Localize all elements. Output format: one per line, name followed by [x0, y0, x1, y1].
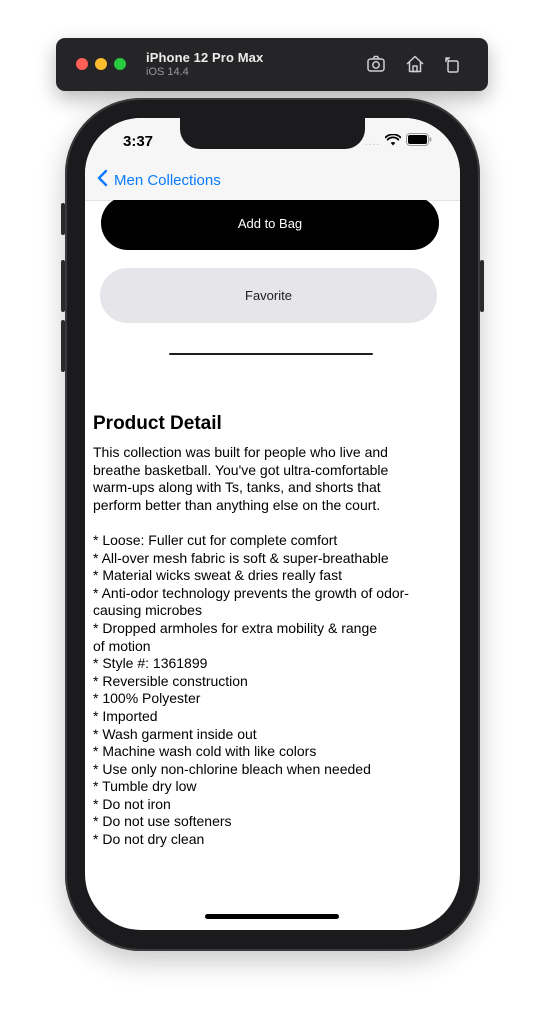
device-frame: 3:37 .... Men Collections Add to Bag Fav…: [61, 98, 484, 951]
minimize-window-button[interactable]: [95, 58, 107, 70]
home-indicator[interactable]: [205, 914, 339, 919]
zoom-window-button[interactable]: [114, 58, 126, 70]
wifi-icon: [384, 133, 402, 151]
status-icons: ....: [364, 133, 432, 151]
back-button[interactable]: Men Collections: [97, 169, 221, 191]
battery-icon: [406, 133, 432, 151]
rotate-icon[interactable]: [441, 53, 463, 75]
navigation-bar: 3:37 .... Men Collections: [85, 118, 460, 201]
product-detail-title: Product Detail: [93, 413, 222, 434]
status-time: 3:37: [123, 133, 154, 150]
simulator-device-name: iPhone 12 Pro Max: [146, 50, 264, 65]
screenshot-icon[interactable]: [365, 53, 387, 75]
back-button-label: Men Collections: [114, 171, 221, 189]
volume-up-button: [61, 260, 65, 312]
device-notch: [180, 118, 365, 149]
section-divider: [169, 353, 373, 355]
power-button: [480, 260, 484, 312]
cellular-signal: ....: [364, 136, 380, 148]
favorite-button[interactable]: Favorite: [100, 268, 437, 323]
scroll-content[interactable]: Add to Bag Favorite Product Detail This …: [85, 200, 460, 930]
volume-down-button: [61, 320, 65, 372]
mute-switch: [61, 203, 65, 235]
close-window-button[interactable]: [76, 58, 88, 70]
simulator-title-bar: iPhone 12 Pro Max iOS 14.4: [56, 38, 488, 91]
product-detail-body: This collection was built for people who…: [93, 444, 409, 848]
home-icon[interactable]: [404, 53, 426, 75]
device-screen: 3:37 .... Men Collections Add to Bag Fav…: [85, 118, 460, 930]
chevron-left-icon: [97, 169, 108, 191]
add-to-bag-button[interactable]: Add to Bag: [101, 200, 439, 250]
simulator-os-version: iOS 14.4: [146, 66, 189, 78]
